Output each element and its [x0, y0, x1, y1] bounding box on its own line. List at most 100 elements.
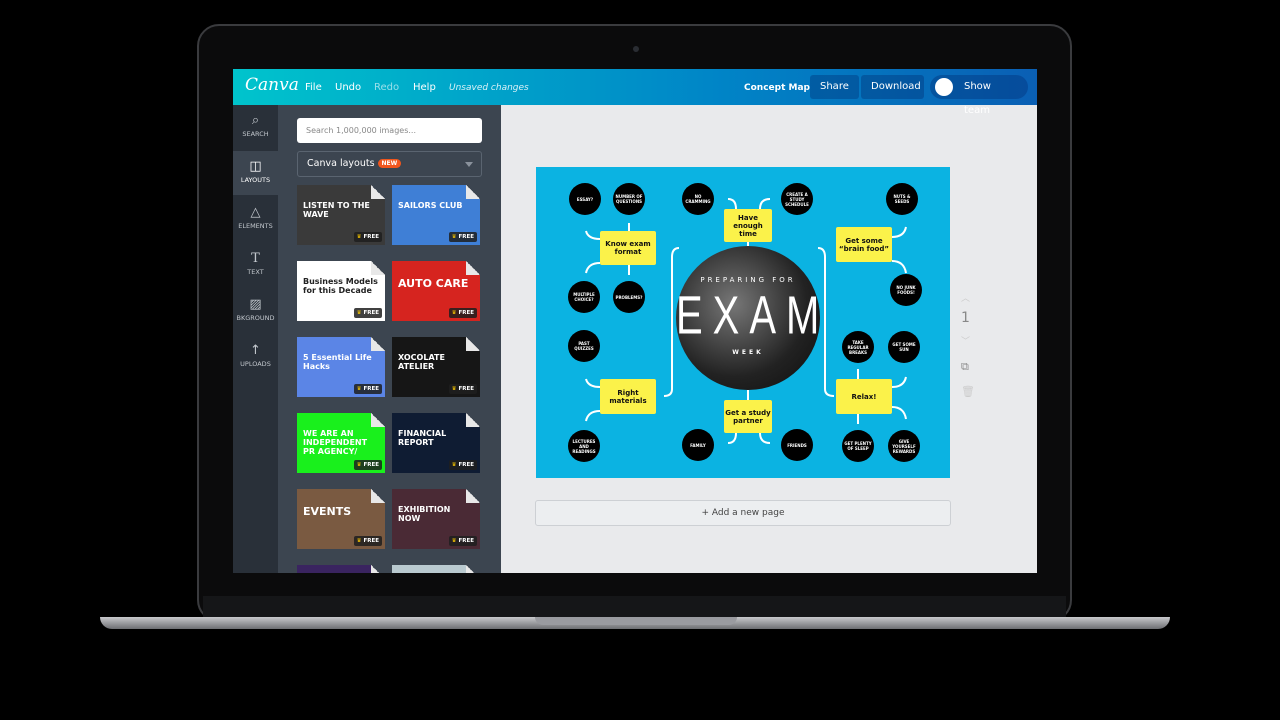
layout-template[interactable]: SAILORS CLUB ♛ FREE — [392, 185, 480, 245]
new-badge: NEW — [377, 159, 402, 168]
free-badge: ♛ FREE — [353, 384, 382, 394]
help-menu[interactable]: Help — [413, 82, 436, 93]
title-bottom: WEEK — [732, 349, 764, 356]
free-badge: ♛ FREE — [448, 232, 477, 242]
sidebar-item-uploads[interactable]: ↑ UPLOADS — [233, 335, 278, 379]
elements-icon: △ — [250, 205, 261, 220]
crown-icon: ♛ — [451, 234, 457, 240]
topic-box[interactable]: Know exam format — [600, 231, 656, 265]
free-badge: ♛ FREE — [448, 536, 477, 546]
redo-button[interactable]: Redo — [374, 82, 399, 93]
add-page-button[interactable]: + Add a new page — [535, 500, 951, 526]
page-number: 1 — [961, 310, 970, 326]
image-search-input[interactable]: Search 1,000,000 images... — [297, 118, 482, 143]
dropdown-label: Canva layouts — [307, 158, 375, 169]
idea-circle[interactable]: NO CRAMMING — [682, 183, 714, 215]
topic-box[interactable]: Have enough time — [724, 209, 772, 242]
sidebar-label: UPLOADS — [240, 360, 271, 368]
sidebar-label: TEXT — [247, 268, 264, 276]
duplicate-page-icon[interactable]: ⧉ — [961, 360, 969, 374]
text-icon: T — [251, 251, 260, 266]
page-fold — [466, 489, 480, 503]
layouts-panel: Search 1,000,000 images... Canva layouts… — [278, 105, 501, 573]
idea-circle[interactable]: LECTURES AND READINGS — [568, 430, 600, 462]
canva-logo[interactable]: Canva — [245, 75, 299, 95]
idea-circle[interactable]: ESSAY? — [569, 183, 601, 215]
layout-template[interactable] — [297, 565, 385, 573]
sidebar-item-background[interactable]: ▨ BKGROUND — [233, 289, 278, 333]
idea-circle[interactable]: TAKE REGULAR BREAKS — [842, 331, 874, 363]
idea-circle[interactable]: PROBLEMS? — [613, 281, 645, 313]
idea-circle[interactable]: NUTS & SEEDS — [886, 183, 918, 215]
idea-circle[interactable]: CREATE A STUDY SCHEDULE — [781, 183, 813, 215]
sidebar-item-search[interactable]: ⌕ SEARCH — [233, 105, 278, 149]
free-label: FREE — [458, 234, 474, 240]
idea-circle[interactable]: GET SOME SUN — [888, 331, 920, 363]
topic-box[interactable]: Get a study partner — [724, 400, 772, 433]
delete-page-icon[interactable]: 🗑 — [961, 385, 975, 398]
idea-circle[interactable]: MULTIPLE CHOICE? — [568, 281, 600, 313]
title-top: PREPARING FOR — [700, 276, 796, 284]
show-team-button[interactable]: Show team — [930, 75, 1028, 116]
layout-template[interactable]: FINANCIAL REPORT ♛ FREE — [392, 413, 480, 473]
page-fold — [466, 185, 480, 199]
free-badge: ♛ FREE — [353, 536, 382, 546]
layout-template[interactable]: EXHIBITION NOW ♛ FREE — [392, 489, 480, 549]
share-button[interactable]: Share — [810, 75, 859, 99]
topic-box[interactable]: Get some “brain food” — [836, 227, 892, 262]
title-main: EXAM — [676, 286, 830, 346]
layout-template[interactable]: 5 Essential Life Hacks ♛ FREE — [297, 337, 385, 397]
layout-template[interactable]: Business Models for this Decade ♛ FREE — [297, 261, 385, 321]
sidebar-item-text[interactable]: T TEXT — [233, 243, 278, 287]
free-label: FREE — [363, 386, 379, 392]
free-badge: ♛ FREE — [353, 232, 382, 242]
crown-icon: ♛ — [356, 538, 362, 544]
sidebar-item-layouts[interactable]: ◫ LAYOUTS — [233, 151, 278, 195]
template-text: Business Models for this Decade — [303, 277, 378, 295]
chevron-up-icon[interactable]: ︿ — [961, 291, 970, 304]
layout-template[interactable]: EVENTS ♛ FREE — [297, 489, 385, 549]
free-label: FREE — [363, 310, 379, 316]
idea-circle[interactable]: NO JUNK FOODS! — [890, 274, 922, 306]
layout-template[interactable] — [392, 565, 480, 573]
idea-circle[interactable]: GET PLENTY OF SLEEP — [842, 430, 874, 462]
page-fold — [371, 337, 385, 351]
sidebar-label: SEARCH — [242, 130, 269, 138]
page-fold — [371, 489, 385, 503]
layouts-dropdown[interactable]: Canva layouts NEW — [297, 151, 482, 177]
idea-circle[interactable]: FAMILY — [682, 429, 714, 461]
layout-template[interactable]: XOCOLATE ATELIER ♛ FREE — [392, 337, 480, 397]
layouts-icon: ◫ — [249, 159, 262, 174]
page-fold — [466, 565, 480, 573]
idea-circle[interactable]: FRIENDS — [781, 429, 813, 461]
layout-template[interactable]: LISTEN TO THE WAVE ♛ FREE — [297, 185, 385, 245]
topic-box[interactable]: Relax! — [836, 379, 892, 414]
chevron-down-icon[interactable]: ﹀ — [961, 334, 970, 347]
design-canvas[interactable]: PREPARING FOR EXAM WEEK ESSAY? NUMBER OF … — [536, 167, 950, 478]
sidebar-rail: ⌕ SEARCH ◫ LAYOUTS △ ELEMENTS T TEXT ▨ BKGROU… — [233, 105, 278, 573]
page-fold — [371, 261, 385, 275]
layout-template[interactable]: AUTO CARE ♛ FREE — [392, 261, 480, 321]
file-menu[interactable]: File — [305, 82, 322, 93]
idea-circle[interactable]: PAST QUIZZES — [568, 330, 600, 362]
template-text: WE ARE AN INDEPENDENT PR AGENCY/ — [303, 429, 368, 456]
page-fold — [371, 565, 385, 573]
document-title[interactable]: Concept Map — [744, 83, 810, 93]
template-text: EVENTS — [303, 505, 352, 518]
idea-circle[interactable]: NUMBER OF QUESTIONS — [613, 183, 645, 215]
undo-button[interactable]: Undo — [335, 82, 361, 93]
template-text: AUTO CARE — [398, 277, 469, 290]
topic-box[interactable]: Right materials — [600, 379, 656, 414]
webcam — [633, 46, 639, 52]
free-label: FREE — [458, 386, 474, 392]
layout-template[interactable]: WE ARE AN INDEPENDENT PR AGENCY/ ♛ FREE — [297, 413, 385, 473]
laptop-chin — [203, 596, 1066, 618]
exam-week-title-circle[interactable]: PREPARING FOR EXAM WEEK — [676, 246, 820, 390]
page-fold — [466, 337, 480, 351]
idea-circle[interactable]: GIVE YOURSELF REWARDS — [888, 430, 920, 462]
crown-icon: ♛ — [451, 538, 457, 544]
download-button[interactable]: Download — [861, 75, 924, 99]
crown-icon: ♛ — [356, 462, 362, 468]
sidebar-item-elements[interactable]: △ ELEMENTS — [233, 197, 278, 241]
crown-icon: ♛ — [451, 462, 457, 468]
